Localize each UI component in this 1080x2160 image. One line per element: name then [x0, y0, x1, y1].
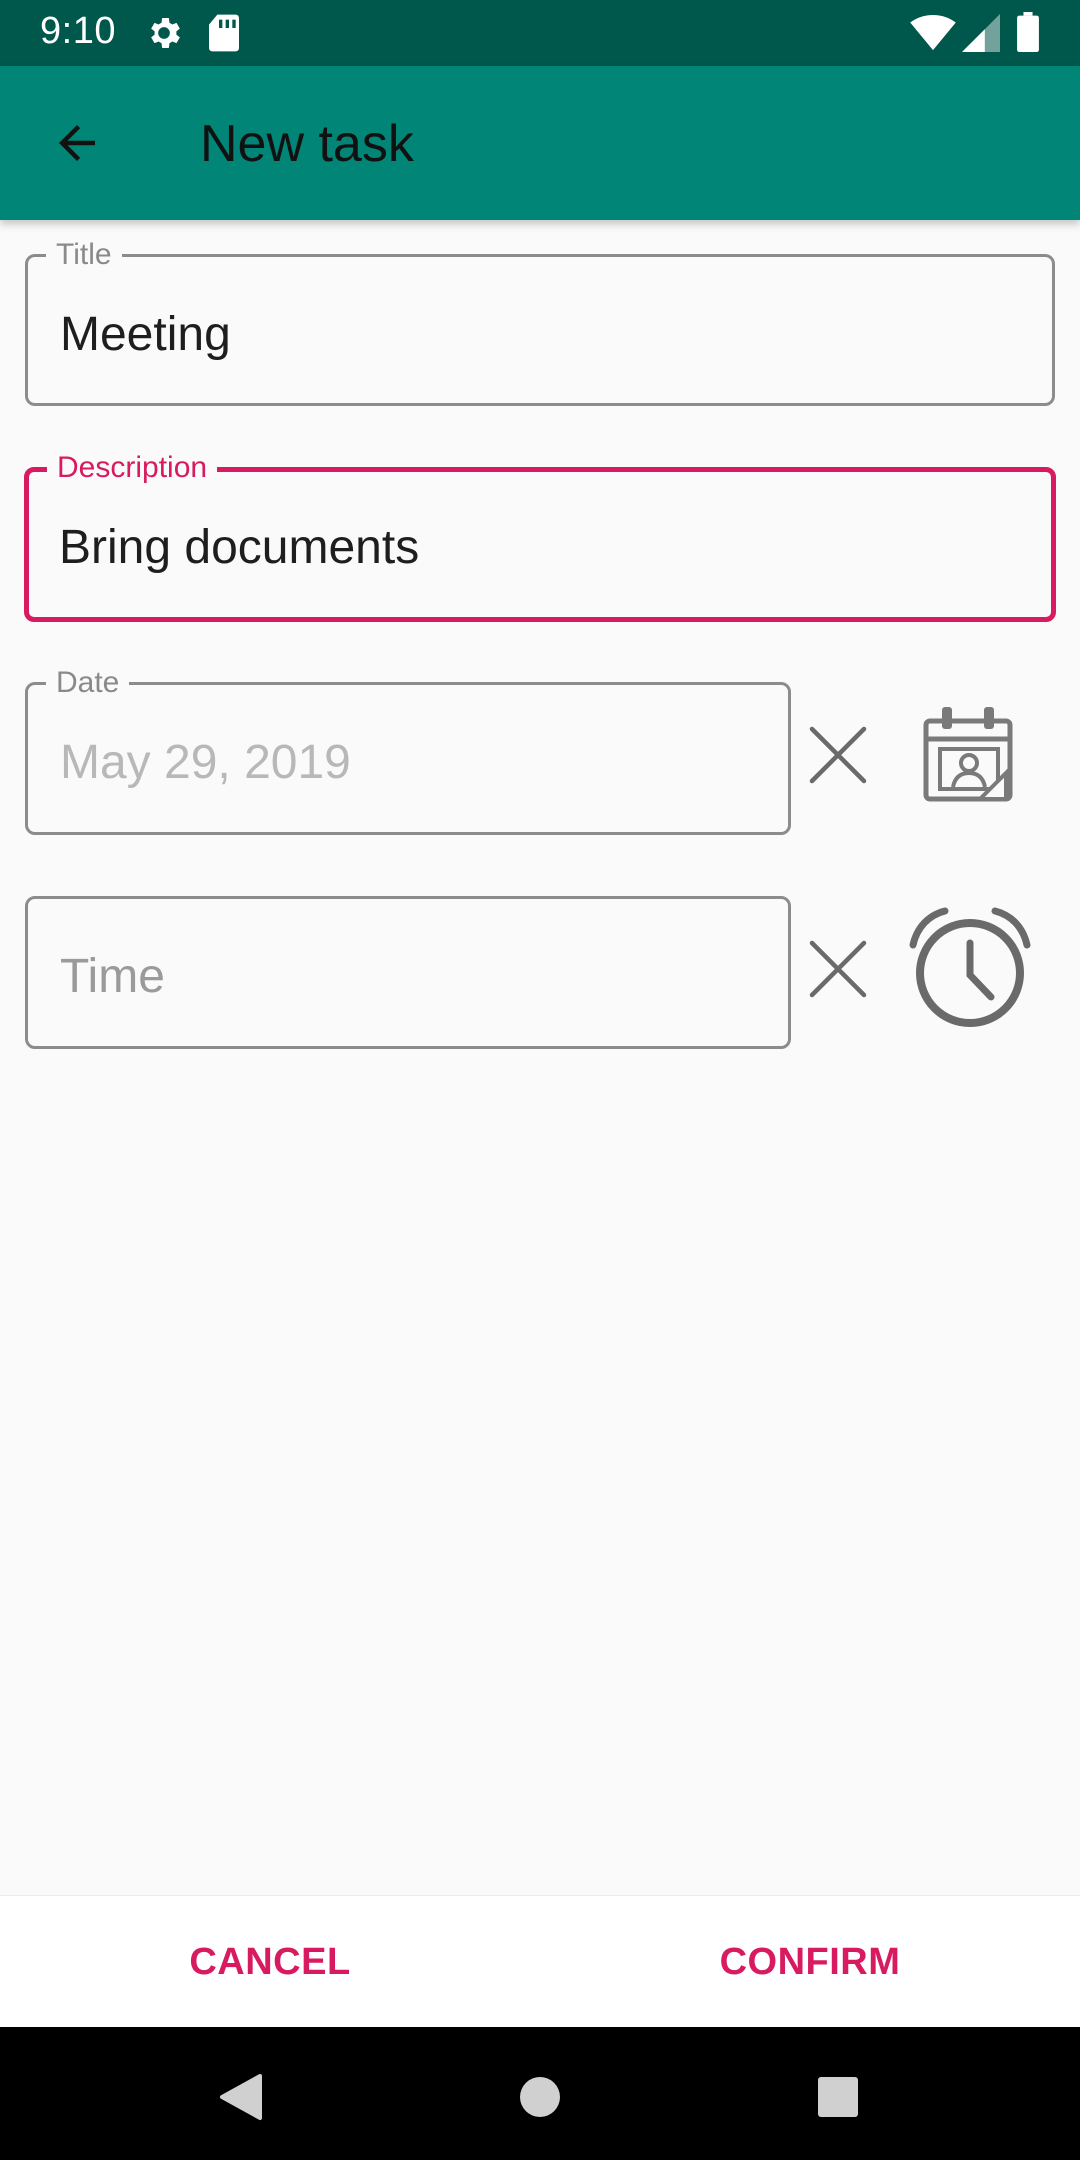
calendar-icon [923, 707, 1013, 802]
arrow-back-icon [59, 125, 95, 161]
close-icon [809, 726, 867, 784]
title-field-value: Meeting [60, 308, 231, 361]
recents-square-icon [818, 2077, 858, 2117]
description-field-label: Description [47, 450, 218, 486]
nav-back-button[interactable] [200, 2057, 280, 2137]
home-circle-icon [520, 2077, 560, 2117]
close-icon [809, 940, 867, 998]
confirm-button[interactable]: CONFIRM [540, 1896, 1080, 2028]
app-bar: New task [0, 66, 1080, 220]
back-button[interactable] [36, 102, 118, 184]
clear-date-button[interactable] [798, 715, 878, 795]
status-time: 9:10 [40, 10, 116, 52]
nav-home-button[interactable] [500, 2057, 580, 2137]
time-field-placeholder: Time [60, 950, 165, 1003]
settings-icon [144, 13, 184, 58]
action-bar: CANCEL CONFIRM [0, 1895, 1080, 2027]
page-title: New task [200, 115, 414, 173]
title-field-label: Title [46, 237, 122, 273]
status-bar: 9:10 [0, 0, 1080, 66]
date-field[interactable]: Date May 29, 2019 [25, 665, 791, 835]
back-triangle-icon [220, 2074, 262, 2120]
clear-time-button[interactable] [798, 929, 878, 1009]
time-picker-button[interactable] [905, 902, 1035, 1032]
date-field-label: Date [46, 665, 130, 701]
signal-icon [962, 14, 1000, 57]
system-nav-bar [0, 2027, 1080, 2160]
sd-card-icon [206, 13, 242, 58]
date-field-value: May 29, 2019 [60, 736, 351, 789]
wifi-icon [910, 14, 956, 57]
alarm-clock-icon [909, 907, 1031, 1027]
battery-icon [1016, 12, 1040, 57]
time-field[interactable]: Time [25, 896, 791, 1049]
cancel-button[interactable]: CANCEL [0, 1896, 540, 2028]
description-field-value: Bring documents [59, 521, 420, 574]
date-picker-button[interactable] [905, 690, 1035, 820]
title-field[interactable]: Title Meeting [25, 237, 1055, 406]
nav-recents-button[interactable] [798, 2057, 878, 2137]
description-field[interactable]: Description Bring documents [24, 450, 1056, 622]
